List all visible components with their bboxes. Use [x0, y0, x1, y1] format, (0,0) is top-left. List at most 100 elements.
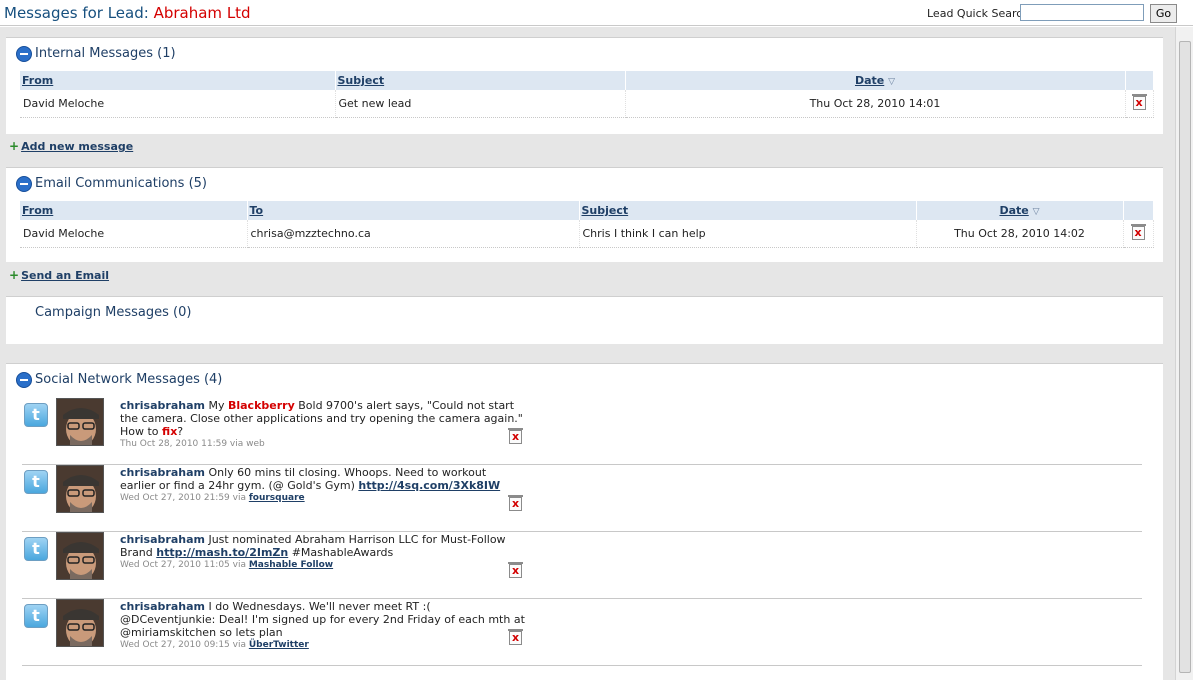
- message-source-link[interactable]: Mashable Follow: [249, 560, 333, 570]
- delete-icon[interactable]: x: [508, 428, 523, 444]
- twitter-username[interactable]: chrisabraham: [120, 399, 205, 412]
- message-part: #MashableAwards: [288, 546, 394, 559]
- highlight-keyword: fix: [162, 425, 178, 438]
- table-row[interactable]: David Meloche chrisa@mzztechno.ca Chris …: [20, 220, 1154, 248]
- send-an-email: + Send an Email: [9, 268, 109, 282]
- table-header-row: From Subject Date ▽: [20, 71, 1154, 90]
- sort-date-link[interactable]: Date: [999, 204, 1028, 217]
- message-text: chrisabraham I do Wednesdays. We'll neve…: [120, 600, 525, 652]
- main-content: Internal Messages (1) From Subject Date …: [0, 27, 1175, 680]
- email-communications-table: From To Subject Date ▽ David Meloche chr…: [20, 201, 1154, 248]
- column-header-actions: [1123, 201, 1154, 220]
- message-date: Wed Oct 27, 2010 11:05 via: [120, 560, 249, 570]
- go-button[interactable]: Go: [1150, 4, 1177, 23]
- avatar: [56, 532, 104, 580]
- message-text: chrisabraham My Blackberry Bold 9700's a…: [120, 399, 525, 451]
- cell-actions: x: [1123, 220, 1154, 248]
- twitter-icon: t: [24, 470, 48, 494]
- twitter-username[interactable]: chrisabraham: [120, 466, 205, 479]
- message-meta: Thu Oct 28, 2010 11:59 via web: [120, 438, 525, 451]
- sort-desc-icon: ▽: [888, 77, 896, 87]
- sort-from-link[interactable]: From: [22, 74, 53, 87]
- message-date: Thu Oct 28, 2010 11:59 via: [120, 439, 247, 449]
- column-header-from: From: [20, 71, 336, 90]
- column-header-subject: Subject: [579, 201, 917, 220]
- message-link[interactable]: http://mash.to/2ImZn: [156, 546, 288, 559]
- avatar: [56, 599, 104, 647]
- message-source-link[interactable]: foursquare: [249, 493, 305, 503]
- delete-icon[interactable]: x: [508, 562, 523, 578]
- cell-date: Thu Oct 28, 2010 14:01: [625, 90, 1126, 118]
- section-title: Internal Messages (1): [35, 46, 176, 61]
- twitter-username[interactable]: chrisabraham: [120, 600, 205, 613]
- message-meta: Wed Oct 27, 2010 21:59 via foursquare: [120, 492, 525, 505]
- message-part: ?: [177, 425, 184, 438]
- sort-date-link[interactable]: Date: [855, 74, 884, 87]
- column-header-date: Date ▽: [625, 71, 1126, 90]
- section-title: Email Communications (5): [35, 176, 207, 191]
- top-bar: Messages for Lead: Abraham Ltd Lead Quic…: [0, 0, 1193, 26]
- social-message-item: t chrisabraham I do Wednesdays. We'll ne…: [22, 599, 1142, 666]
- send-an-email-link[interactable]: Send an Email: [21, 269, 109, 282]
- column-header-from: From: [20, 201, 248, 220]
- message-date: Wed Oct 27, 2010 09:15 via: [120, 640, 249, 650]
- add-new-message: + Add new message: [9, 139, 133, 153]
- sort-desc-icon: ▽: [1032, 207, 1040, 217]
- cell-subject: Chris I think I can help: [579, 220, 917, 248]
- email-communications-section: Email Communications (5) From To Subject…: [6, 167, 1163, 262]
- message-meta: Wed Oct 27, 2010 09:15 via ÜberTwitter: [120, 639, 525, 652]
- column-header-date: Date ▽: [916, 201, 1124, 220]
- scrollbar-thumb[interactable]: [1179, 41, 1191, 673]
- twitter-icon: t: [24, 604, 48, 628]
- quick-search-input[interactable]: [1020, 4, 1144, 21]
- campaign-messages-section: Campaign Messages (0): [6, 296, 1163, 344]
- sort-subject-link[interactable]: Subject: [338, 74, 385, 87]
- social-message-item: t chrisabraham My Blackberry Bold 9700's…: [22, 398, 1142, 465]
- delete-icon[interactable]: x: [508, 495, 523, 511]
- cell-date: Thu Oct 28, 2010 14:02: [916, 220, 1124, 248]
- message-source-link[interactable]: ÜberTwitter: [249, 640, 309, 650]
- delete-icon[interactable]: x: [508, 629, 523, 645]
- collapse-minus-icon[interactable]: [16, 176, 32, 192]
- column-header-to: To: [247, 201, 580, 220]
- section-title: Campaign Messages (0): [35, 305, 192, 320]
- twitter-icon: t: [24, 403, 48, 427]
- avatar: [56, 398, 104, 446]
- highlight-keyword: Blackberry: [227, 399, 295, 412]
- sort-subject-link[interactable]: Subject: [582, 204, 629, 217]
- page-title-prefix: Messages for Lead:: [4, 4, 149, 22]
- table-header-row: From To Subject Date ▽: [20, 201, 1154, 220]
- cell-subject: Get new lead: [335, 90, 626, 118]
- social-network-messages-section: Social Network Messages (4) t chrisabrah…: [6, 363, 1163, 680]
- add-new-message-link[interactable]: Add new message: [21, 140, 133, 153]
- internal-messages-section: Internal Messages (1) From Subject Date …: [6, 37, 1163, 134]
- cell-actions: x: [1125, 90, 1154, 118]
- twitter-username[interactable]: chrisabraham: [120, 533, 205, 546]
- lead-name: Abraham Ltd: [153, 4, 251, 22]
- cell-from: David Meloche: [20, 220, 248, 248]
- plus-icon: +: [9, 139, 20, 153]
- sort-from-link[interactable]: From: [22, 204, 53, 217]
- collapse-minus-icon[interactable]: [16, 372, 32, 388]
- sort-to-link[interactable]: To: [250, 204, 264, 217]
- delete-icon[interactable]: x: [1131, 94, 1147, 111]
- social-message-item: t chrisabraham Just nominated Abraham Ha…: [22, 532, 1142, 599]
- collapse-minus-icon[interactable]: [16, 46, 32, 62]
- column-header-subject: Subject: [335, 71, 626, 90]
- table-row[interactable]: David Meloche Get new lead Thu Oct 28, 2…: [20, 90, 1154, 118]
- avatar: [56, 465, 104, 513]
- column-header-actions: [1125, 71, 1154, 90]
- message-part: My: [204, 399, 228, 412]
- message-link[interactable]: http://4sq.com/3Xk8IW: [358, 479, 500, 492]
- message-text: chrisabraham Just nominated Abraham Harr…: [120, 533, 525, 572]
- cell-to: chrisa@mzztechno.ca: [247, 220, 580, 248]
- message-text: chrisabraham Only 60 mins til closing. W…: [120, 466, 525, 505]
- delete-icon[interactable]: x: [1130, 224, 1146, 241]
- internal-messages-table: From Subject Date ▽ David Meloche Get ne…: [20, 71, 1154, 118]
- vertical-scrollbar[interactable]: [1175, 27, 1193, 680]
- section-title: Social Network Messages (4): [35, 372, 223, 387]
- twitter-icon: t: [24, 537, 48, 561]
- cell-from: David Meloche: [20, 90, 336, 118]
- plus-icon: +: [9, 268, 20, 282]
- social-message-item: t chrisabraham Only 60 mins til closing.…: [22, 465, 1142, 532]
